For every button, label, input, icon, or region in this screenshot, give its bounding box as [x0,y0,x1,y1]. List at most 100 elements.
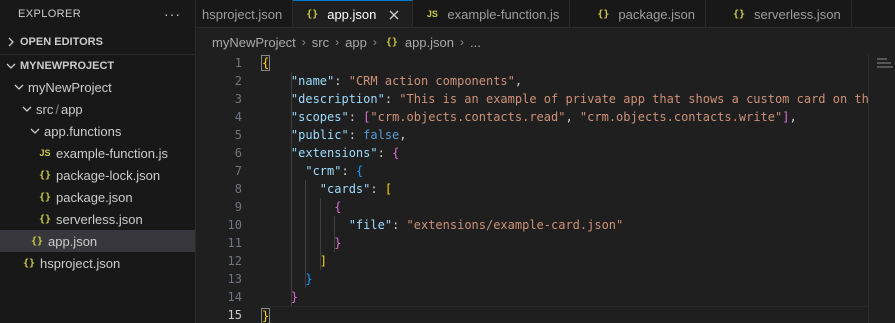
code-editor[interactable]: 1 2 3 4 5 6 7 8 9 10 11 12 13 14 15 { "n… [196,54,869,323]
json-string: "crm.objects.contacts.read" [370,110,566,124]
line-number: 6 [234,146,242,160]
tree-folder-app-functions[interactable]: app.functions [0,120,195,142]
tab-label: serverless.json [754,6,841,22]
project-section[interactable]: MYNEWPROJECT [0,54,195,76]
chevron-down-icon [20,101,34,117]
chevron-down-icon [4,58,18,74]
javascript-file-icon: JS [39,148,51,158]
line-number: 11 [227,236,242,250]
minimap-line [877,66,893,68]
line-number: 9 [234,200,242,214]
tab-label: hsproject.json [202,6,283,22]
json-key: "description" [290,92,385,106]
breadcrumb-item[interactable]: src [312,35,329,50]
javascript-file-icon: JS [426,9,438,19]
code-line: "description": "This is an example of pr… [290,92,869,106]
breadcrumb-file[interactable]: app.json [405,35,454,50]
open-editors-section[interactable]: OPEN EDITORS [0,31,195,53]
json-file-icon: {} [385,36,398,48]
chevron-right-icon [4,34,18,50]
json-file-icon: {} [597,8,610,20]
path-separator: / [55,101,59,117]
tree-file-app-json[interactable]: {} app.json [0,230,195,252]
code-line-current: } [260,306,868,323]
json-key: "scopes" [290,110,349,124]
json-key: "crm" [305,164,342,178]
close-icon[interactable] [386,7,402,23]
code-line: } [290,290,299,304]
chevron-right-icon: › [301,35,306,49]
code-line: } [334,236,342,250]
line-number: 8 [234,182,242,196]
tree-file-serverless[interactable]: {} serverless.json [0,208,195,230]
code-line: "public": false, [290,128,407,142]
code-line: "extensions": { [290,146,400,160]
editor-tab-bar: hsproject.json {} app.json JS example-fu… [196,0,895,28]
project-label: MYNEWPROJECT [20,59,115,72]
tab-serverless-json[interactable]: {} serverless.json [706,0,852,27]
more-actions-icon[interactable]: ··· [164,6,181,22]
json-file-icon: {} [38,169,52,181]
breadcrumb: myNewProject › src › app › {} app.json ›… [196,30,481,54]
line-number: 4 [234,110,242,124]
json-file-icon: {} [38,191,52,203]
open-editors-label: OPEN EDITORS [20,36,103,48]
file-label: app.json [48,233,98,249]
json-file-icon: {} [30,235,44,247]
breadcrumb-item[interactable]: app [345,35,367,50]
line-number: 10 [227,218,242,232]
tab-label: package.json [618,6,695,22]
tree-file-package[interactable]: {} package.json [0,186,195,208]
chevron-down-icon [12,79,26,95]
json-key: "extensions" [290,146,378,160]
tab-label: app.json [327,7,377,22]
file-label: package.json [56,189,133,205]
code-content[interactable]: { "name": "CRM action components", "desc… [260,54,869,323]
chevron-right-icon: › [460,35,464,49]
folder-label-src: src [36,101,54,117]
tree-folder-src-app[interactable]: src / app [0,98,195,120]
line-number: 14 [227,290,242,304]
json-file-icon: {} [306,9,319,20]
breadcrumb-tail[interactable]: ... [470,35,481,50]
line-number-gutter: 1 2 3 4 5 6 7 8 9 10 11 12 13 14 15 [196,54,242,323]
file-label: package-lock.json [56,167,161,183]
json-string: "CRM action components" [348,74,515,88]
json-string: "This is an example of private app that … [399,92,869,106]
minimap-line [877,58,887,60]
json-file-icon: {} [732,8,746,20]
code-line: ] [319,254,328,268]
json-file-icon: {} [38,213,52,225]
code-line: "crm": { [305,164,364,178]
file-label: hsproject.json [40,255,121,271]
json-string: "crm.objects.contacts.write" [579,110,783,124]
json-key: "name" [290,74,335,88]
folder-label: myNewProject [28,79,112,95]
code-line: } [305,272,313,286]
tree-file-example-function[interactable]: JS example-function.js [0,142,195,164]
json-string: "extensions/example-card.json" [406,218,624,232]
minimap[interactable] [868,54,895,323]
explorer-header: EXPLORER ··· [0,0,195,28]
tab-hsproject-json[interactable]: hsproject.json [196,0,294,27]
code-line: { [260,54,868,72]
tab-example-function-js[interactable]: JS example-function.js [413,0,571,27]
tab-app-json[interactable]: {} app.json [293,0,414,27]
line-number: 7 [234,164,242,178]
close-brace: } [260,308,271,323]
line-number: 2 [234,74,242,88]
tree-file-hsproject[interactable]: {} hsproject.json [0,252,195,274]
tree-folder-mynewproject[interactable]: myNewProject [0,76,195,98]
chevron-right-icon: › [335,35,340,49]
explorer-sidebar: EXPLORER ··· OPEN EDITORS MYNEWPROJECT m… [0,0,196,323]
tree-file-package-lock[interactable]: {} package-lock.json [0,164,195,186]
json-file-icon: {} [22,257,36,269]
folder-label: app.functions [44,123,122,139]
breadcrumb-item[interactable]: myNewProject [212,35,296,50]
line-number: 5 [234,128,242,142]
line-number-current: 15 [227,308,242,322]
code-line: "file": "extensions/example-card.json" [348,218,624,232]
code-line: { [334,200,342,214]
tab-package-json[interactable]: {} package.json [570,0,706,27]
line-number: 13 [227,272,242,286]
